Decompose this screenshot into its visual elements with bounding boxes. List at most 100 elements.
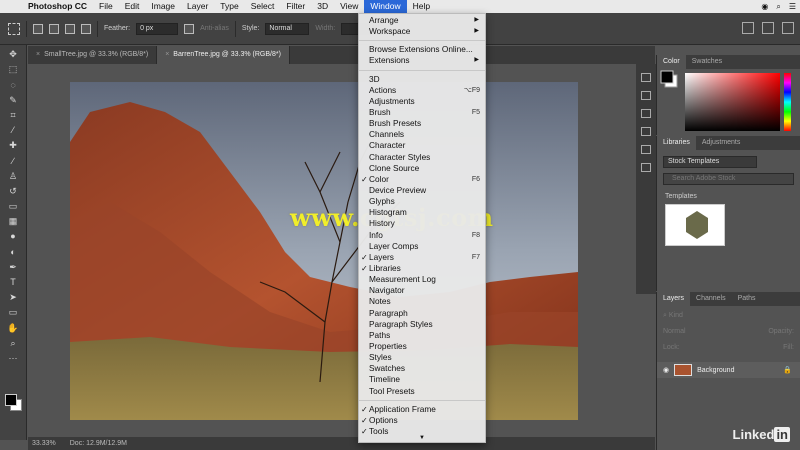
menu-item-3d[interactable]: 3D <box>359 74 485 85</box>
menu-file[interactable]: File <box>93 0 119 13</box>
menu-item-channels[interactable]: Channels <box>359 129 485 140</box>
menu-item-paths[interactable]: Paths <box>359 330 485 341</box>
intersect-selection-icon[interactable] <box>81 23 91 34</box>
more-tools-icon[interactable]: ··· <box>6 353 20 364</box>
menu-edit[interactable]: Edit <box>119 0 146 13</box>
close-icon[interactable]: × <box>165 51 169 58</box>
menu-item-layers[interactable]: ✓ Layers F7 <box>359 252 485 263</box>
menu-item-extensions[interactable]: Extensions ▶ <box>359 55 485 66</box>
menu-image[interactable]: Image <box>145 0 181 13</box>
new-selection-icon[interactable] <box>33 23 43 34</box>
search-icon[interactable] <box>762 22 774 34</box>
opacity-label[interactable]: Opacity: <box>768 328 794 338</box>
menu-select[interactable]: Select <box>245 0 281 13</box>
history-brush-tool-icon[interactable]: ↺ <box>6 186 20 197</box>
feather-input[interactable]: 0 px <box>136 22 179 35</box>
menu-item-measurement-log[interactable]: Measurement Log <box>359 274 485 285</box>
template-thumbnail[interactable] <box>665 204 725 246</box>
tab-channels[interactable]: Channels <box>690 292 732 306</box>
menu-item-options[interactable]: ✓ Options <box>359 415 485 426</box>
dodge-tool-icon[interactable]: ◐ <box>6 247 20 258</box>
menu-item-notes[interactable]: Notes <box>359 296 485 307</box>
menu-item-glyphs[interactable]: Glyphs <box>359 196 485 207</box>
library-select[interactable]: Stock Templates <box>663 156 757 168</box>
tab-smalltree[interactable]: × SmallTree.jpg @ 33.3% (RGB/8*) <box>28 46 158 64</box>
paragraph-panel-icon[interactable] <box>641 109 651 118</box>
eraser-tool-icon[interactable]: ▭ <box>6 201 20 212</box>
fill-label[interactable]: Fill: <box>783 344 794 354</box>
menu-item-device-preview[interactable]: Device Preview <box>359 185 485 196</box>
zoom-tool-icon[interactable]: ⌕ <box>6 338 20 349</box>
menu-item-swatches[interactable]: Swatches <box>359 363 485 374</box>
menu-item-libraries[interactable]: ✓ Libraries <box>359 263 485 274</box>
layer-kind-filter[interactable]: ⌕ Kind <box>663 312 794 322</box>
workspace-icon[interactable] <box>742 22 754 34</box>
color-picker-field[interactable] <box>657 69 800 135</box>
menu-window[interactable]: Window <box>364 0 407 13</box>
menu-type[interactable]: Type <box>214 0 244 13</box>
menu-item-history[interactable]: History <box>359 218 485 229</box>
menu-item-styles[interactable]: Styles <box>359 352 485 363</box>
tab-barrentree[interactable]: × BarrenTree.jpg @ 33.3% (RGB/8*) <box>157 46 290 64</box>
menu-item-navigator[interactable]: Navigator <box>359 285 485 296</box>
creative-cloud-icon[interactable]: ◉ <box>761 2 768 11</box>
menu-item-clone-source[interactable]: Clone Source <box>359 163 485 174</box>
menu-item-arrange[interactable]: Arrange ▶ <box>359 15 485 26</box>
move-tool-icon[interactable]: ✥ <box>6 49 20 60</box>
zoom-level[interactable]: 33.33% <box>32 437 56 450</box>
lasso-tool-icon[interactable]: ◌ <box>6 80 20 91</box>
menu-item-color[interactable]: ✓ Color F6 <box>359 174 485 185</box>
notification-icon[interactable]: ☰ <box>789 2 796 11</box>
subtract-selection-icon[interactable] <box>65 23 75 34</box>
menu-item-brush[interactable]: Brush F5 <box>359 107 485 118</box>
document-canvas-photo[interactable] <box>70 82 578 420</box>
stock-search-input[interactable]: Search Adobe Stock <box>663 173 794 185</box>
shape-tool-icon[interactable]: ▭ <box>6 307 20 318</box>
eye-icon[interactable]: ◉ <box>663 366 669 374</box>
foreground-color-swatch[interactable] <box>5 394 17 406</box>
info-panel-icon[interactable] <box>641 163 651 172</box>
menu-3d[interactable]: 3D <box>311 0 334 13</box>
marquee-tool-icon[interactable]: ⬚ <box>6 64 20 75</box>
gradient-tool-icon[interactable]: ▦ <box>6 216 20 227</box>
lock-label[interactable]: Lock: <box>663 344 680 354</box>
crop-tool-icon[interactable]: ⌗ <box>6 110 20 121</box>
tab-adjustments[interactable]: Adjustments <box>696 136 747 150</box>
menu-item-timeline[interactable]: Timeline <box>359 374 485 385</box>
character-panel-icon[interactable] <box>641 127 651 136</box>
tab-swatches[interactable]: Swatches <box>686 55 728 69</box>
menu-item-histogram[interactable]: Histogram <box>359 207 485 218</box>
menu-app[interactable]: Photoshop CC <box>22 0 93 13</box>
menu-item-paragraph[interactable]: Paragraph <box>359 308 485 319</box>
tab-paths[interactable]: Paths <box>732 292 762 306</box>
hand-tool-icon[interactable]: ✋ <box>6 323 20 334</box>
menu-filter[interactable]: Filter <box>280 0 311 13</box>
healing-brush-tool-icon[interactable]: ✚ <box>6 140 20 151</box>
menu-item-character[interactable]: Character <box>359 140 485 151</box>
history-panel-icon[interactable] <box>641 73 651 82</box>
menu-item-properties[interactable]: Properties <box>359 341 485 352</box>
brush-panel-icon[interactable] <box>641 145 651 154</box>
menu-item-layer-comps[interactable]: Layer Comps <box>359 241 485 252</box>
menu-item-application-frame[interactable]: ✓ Application Frame <box>359 404 485 415</box>
layer-row-background[interactable]: ◉ Background 🔒 <box>657 362 800 378</box>
blend-mode-select[interactable]: Normal <box>663 328 686 338</box>
add-selection-icon[interactable] <box>49 23 59 34</box>
templates-section-label[interactable]: Templates <box>665 193 792 200</box>
menu-layer[interactable]: Layer <box>181 0 214 13</box>
tab-color[interactable]: Color <box>657 55 686 69</box>
menu-item-browse-extensions-online[interactable]: Browse Extensions Online... <box>359 44 485 55</box>
type-tool-icon[interactable]: T <box>6 277 20 288</box>
close-icon[interactable]: × <box>36 51 40 58</box>
clone-stamp-tool-icon[interactable]: ♙ <box>6 171 20 182</box>
marquee-preset-icon[interactable] <box>8 22 20 35</box>
blur-tool-icon[interactable]: ● <box>6 231 20 242</box>
properties-panel-icon[interactable] <box>641 91 651 100</box>
scroll-down-arrow-icon[interactable]: ▼ <box>359 435 485 441</box>
menu-item-workspace[interactable]: Workspace ▶ <box>359 26 485 37</box>
antialias-checkbox[interactable] <box>184 23 195 34</box>
eyedropper-tool-icon[interactable]: ⁄ <box>6 125 20 136</box>
menu-item-tool-presets[interactable]: Tool Presets <box>359 386 485 397</box>
menu-item-info[interactable]: Info F8 <box>359 230 485 241</box>
tab-libraries[interactable]: Libraries <box>657 136 696 150</box>
